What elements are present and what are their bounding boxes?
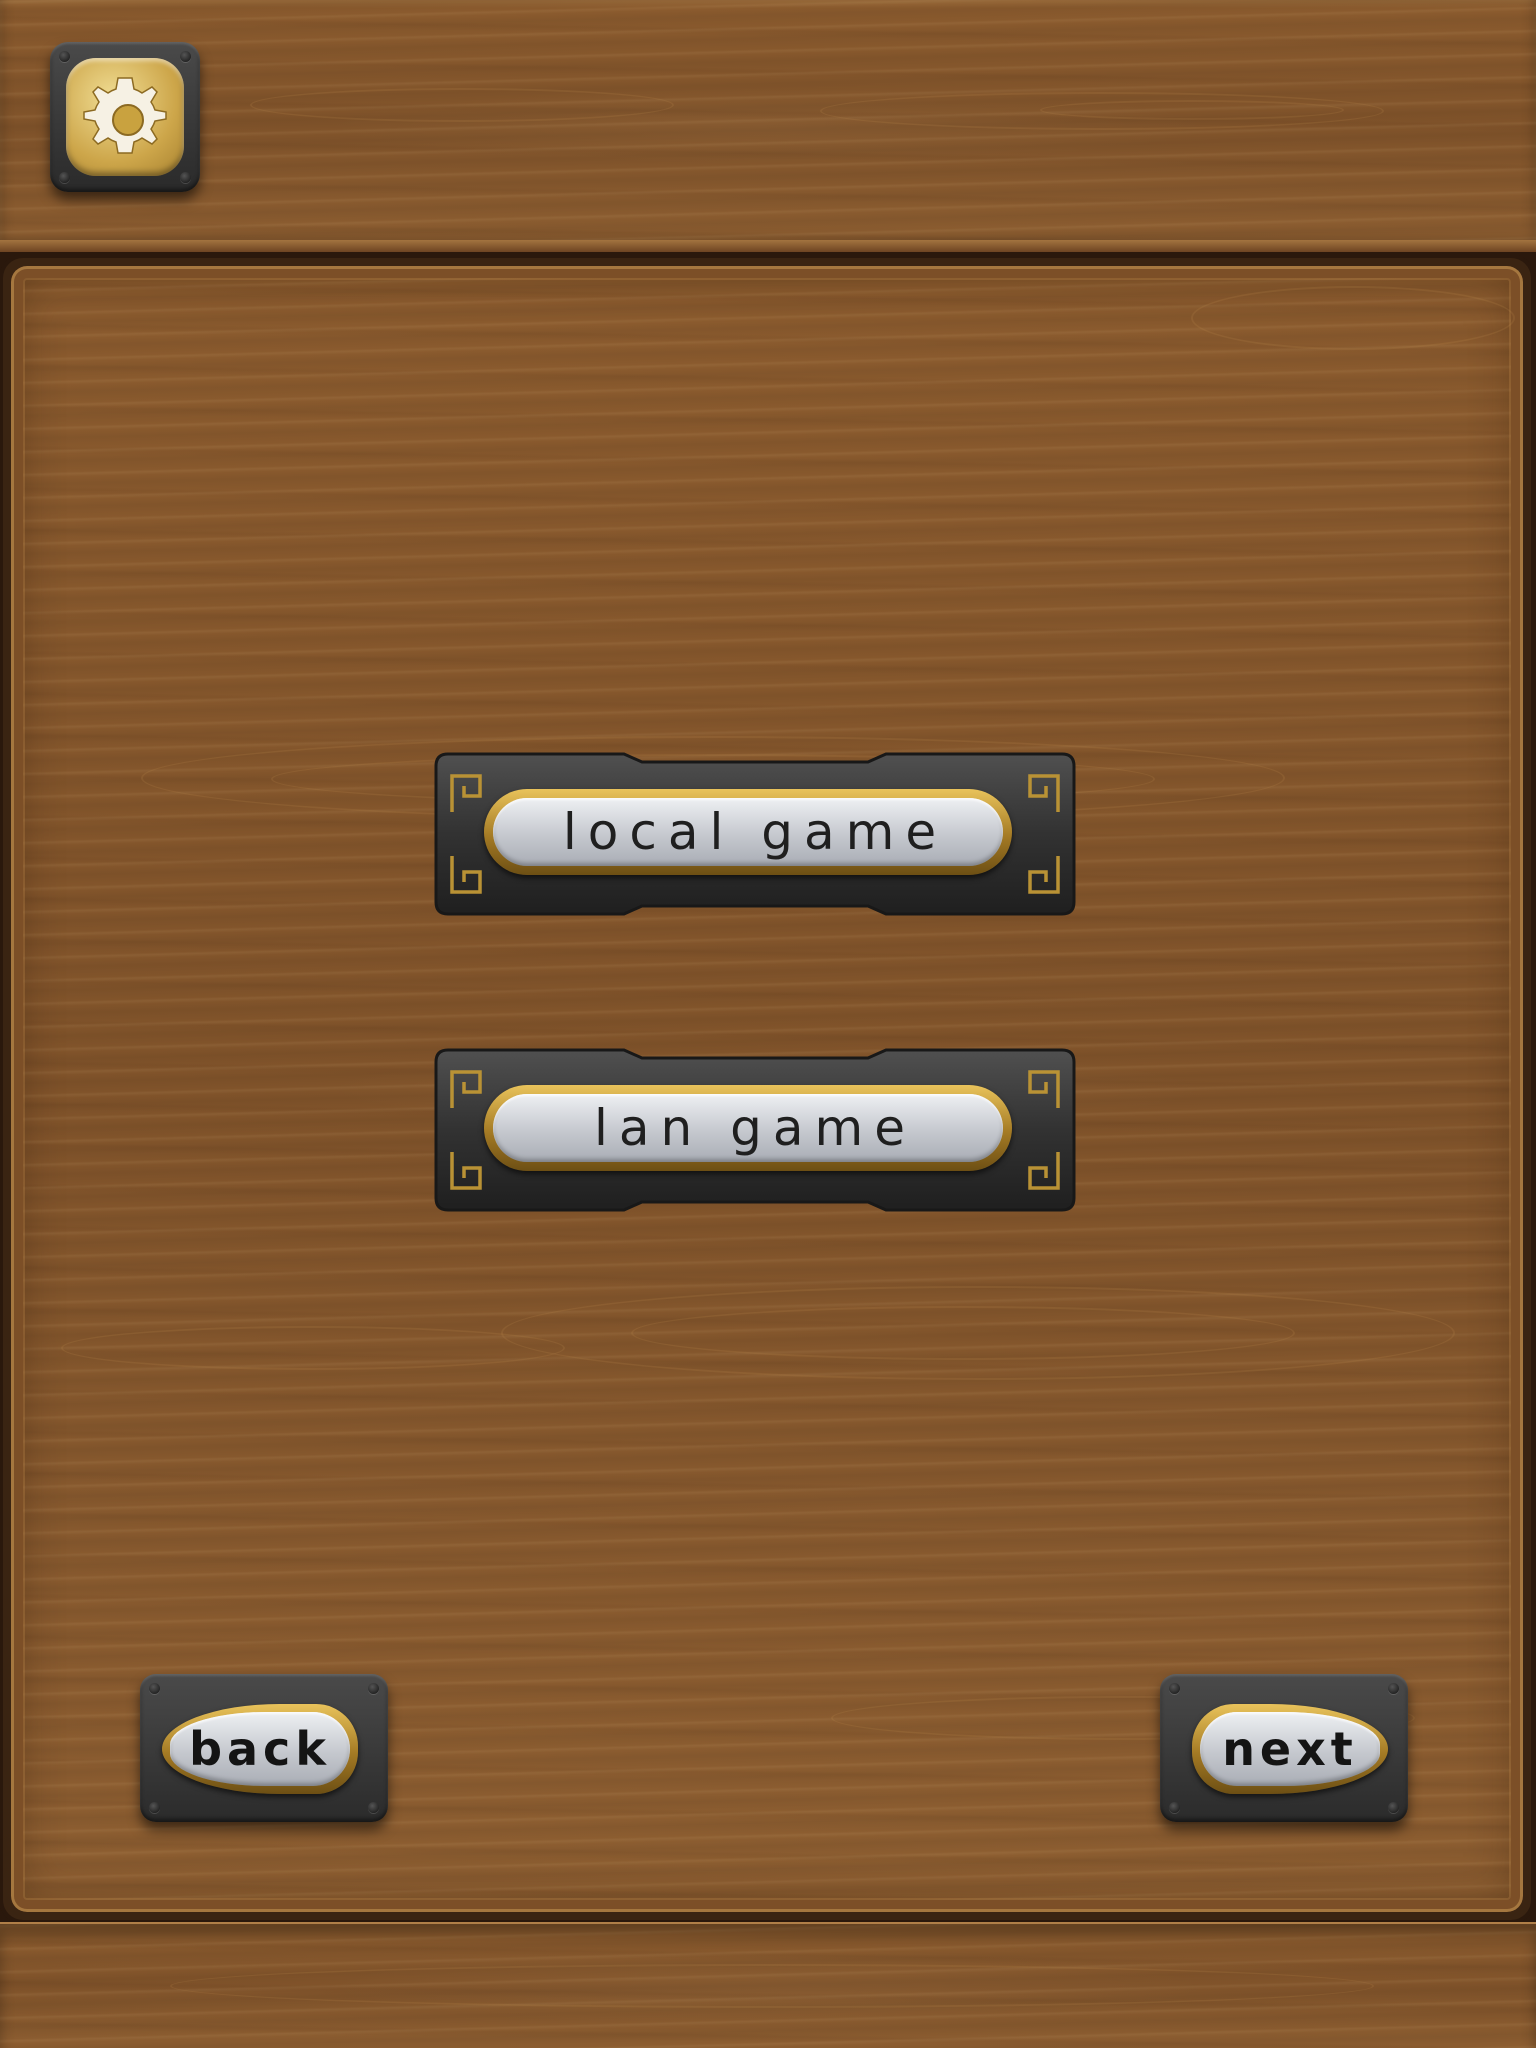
settings-button-face [66, 58, 184, 176]
wood-grain [1040, 100, 1344, 120]
gear-icon [83, 77, 167, 154]
wood-grain [170, 1964, 1374, 2008]
screw [368, 1683, 379, 1694]
next-pill: next [1192, 1704, 1388, 1794]
screw [149, 1683, 160, 1694]
screw [59, 172, 70, 183]
wood-grain [61, 1326, 565, 1370]
back-pill-face: back [170, 1712, 350, 1786]
lan-game-label: lan game [594, 1099, 916, 1157]
game-menu-screen: local game lan game back next [0, 0, 1536, 2048]
screw [368, 1802, 379, 1813]
screw [180, 172, 191, 183]
back-pill: back [162, 1704, 358, 1794]
settings-button[interactable] [50, 42, 200, 192]
button-pill: lan game [484, 1085, 1012, 1171]
next-label: next [1222, 1722, 1358, 1776]
screw [1169, 1683, 1180, 1694]
wood-grain [631, 1306, 1295, 1360]
wood-grain [1191, 286, 1515, 350]
next-button[interactable]: next [1160, 1674, 1408, 1822]
local-game-button[interactable]: local game [434, 752, 1076, 920]
top-wood-plank [0, 0, 1536, 252]
next-pill-face: next [1200, 1712, 1380, 1786]
button-pill: local game [484, 789, 1012, 875]
screw [180, 51, 191, 62]
screw [59, 51, 70, 62]
screw [1388, 1683, 1399, 1694]
wood-grain [250, 88, 674, 122]
screw [1388, 1802, 1399, 1813]
wood-grain [820, 92, 1384, 130]
screw [149, 1802, 160, 1813]
wood-grain [501, 1286, 1455, 1380]
local-game-label: local game [562, 803, 948, 861]
lan-game-button[interactable]: lan game [434, 1048, 1076, 1216]
screw [1169, 1802, 1180, 1813]
back-button[interactable]: back [140, 1674, 388, 1822]
back-label: back [189, 1722, 331, 1776]
bottom-wood-plank [0, 1922, 1536, 2048]
